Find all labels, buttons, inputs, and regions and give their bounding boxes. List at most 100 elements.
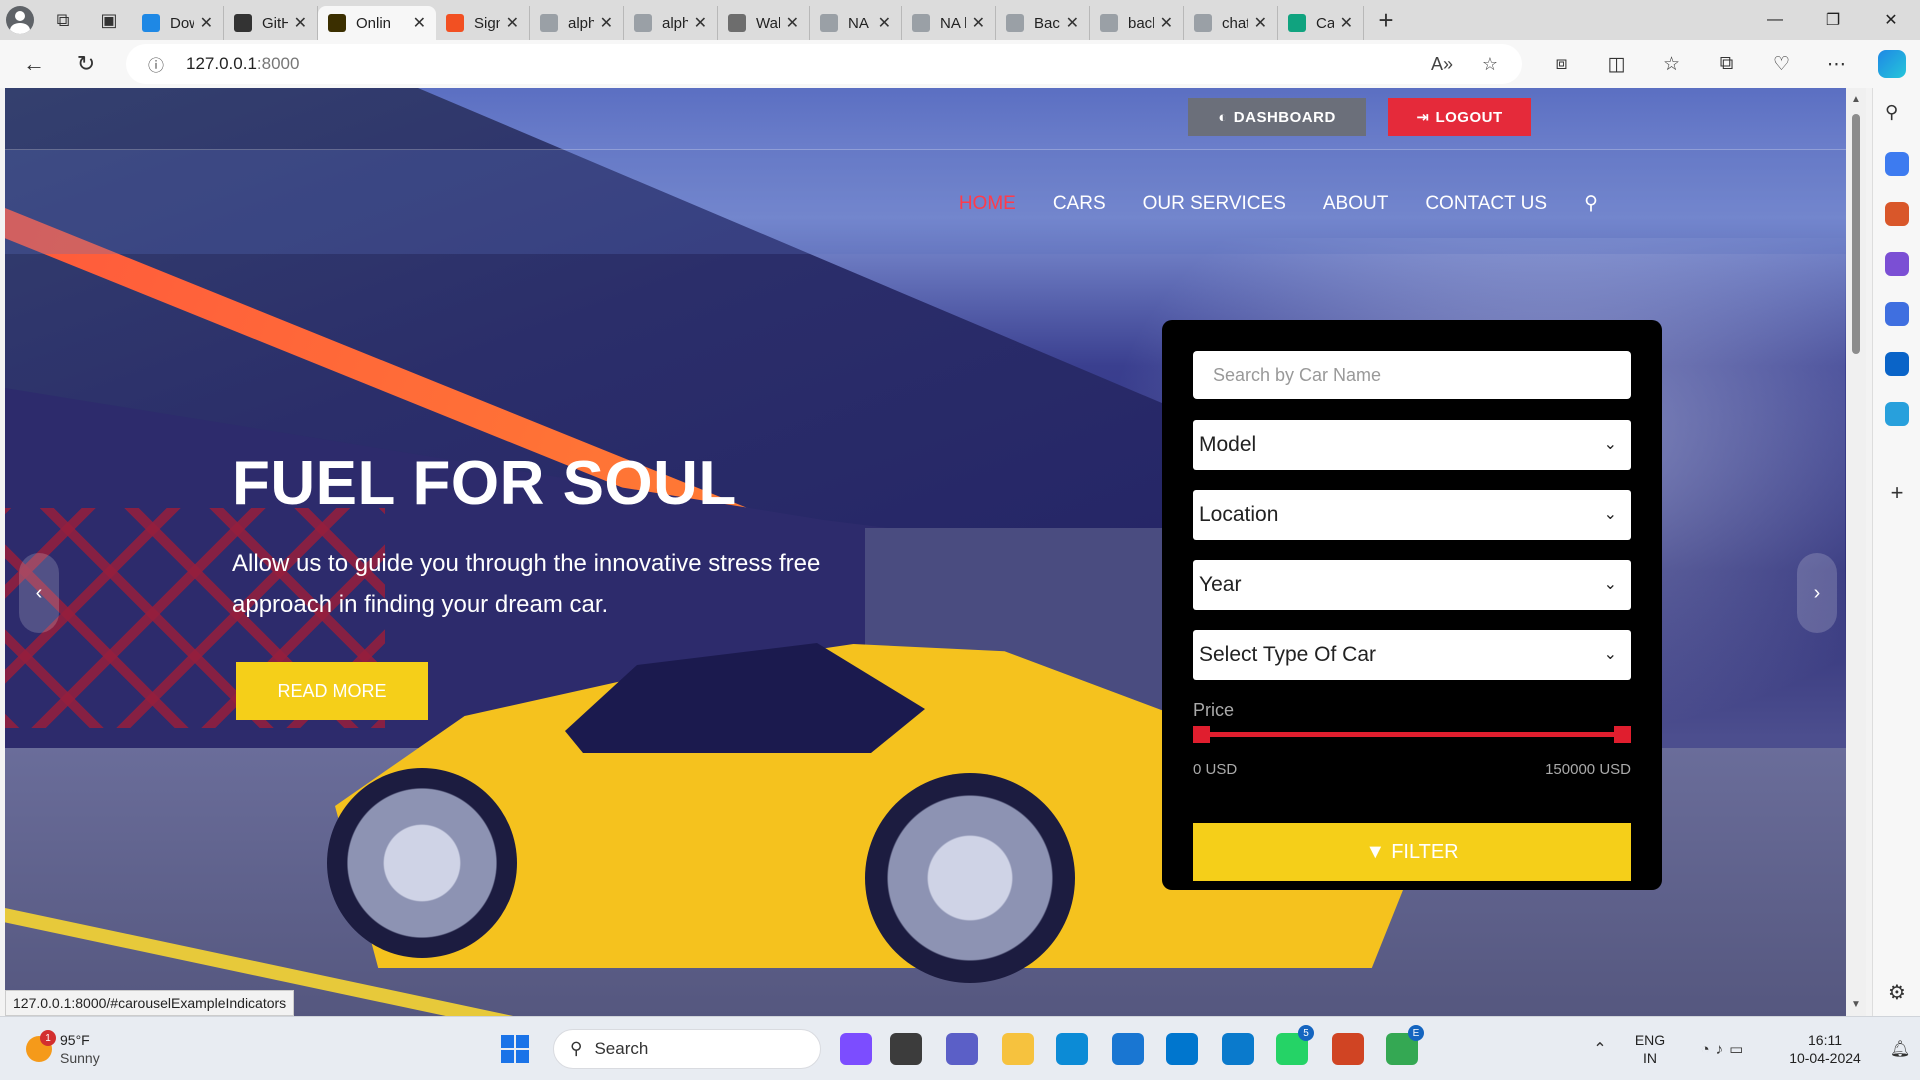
nav-cars-link[interactable]: CARS <box>1053 193 1106 215</box>
tab-close-icon[interactable]: ✕ <box>786 13 799 33</box>
browser-tab[interactable]: NA I ✕ <box>810 6 902 40</box>
logout-button[interactable]: ⇥ LOGOUT <box>1388 98 1531 136</box>
profile-button[interactable] <box>0 0 40 40</box>
vscode-app-icon[interactable] <box>1222 1033 1254 1065</box>
taskbar-search[interactable]: ⚲ Search <box>553 1029 821 1069</box>
tab-close-icon[interactable]: ✕ <box>694 13 707 33</box>
tab-close-icon[interactable]: ✕ <box>1254 13 1267 33</box>
tab-favicon-icon <box>540 14 558 32</box>
tab-close-icon[interactable]: ✕ <box>1340 13 1353 33</box>
price-min-handle[interactable] <box>1193 726 1210 743</box>
start-button[interactable] <box>501 1035 529 1063</box>
browser-tab[interactable]: Dow ✕ <box>132 6 224 40</box>
location-select[interactable]: Location ⌄ <box>1193 490 1631 540</box>
sidebar-shopping-icon[interactable] <box>1885 152 1909 176</box>
sidebar-copilot-icon[interactable] <box>1885 302 1909 326</box>
powerpoint-app-icon[interactable] <box>1332 1033 1364 1065</box>
close-window-button[interactable]: ✕ <box>1862 0 1920 40</box>
workspaces-icon[interactable]: ⧉ <box>40 0 86 40</box>
carousel-prev-button[interactable]: ‹ <box>19 553 59 633</box>
browser-tab[interactable]: GitH ✕ <box>224 6 318 40</box>
car-type-select[interactable]: Select Type Of Car ⌄ <box>1193 630 1631 680</box>
tab-favicon-icon <box>820 14 838 32</box>
whatsapp-app-icon[interactable]: 5 <box>1276 1025 1314 1065</box>
minimize-button[interactable]: — <box>1746 0 1804 40</box>
chrome-app-icon[interactable]: E <box>1386 1025 1424 1065</box>
scroll-down-icon[interactable]: ▼ <box>1851 999 1861 1010</box>
site-info-icon[interactable]: ⓘ <box>136 52 176 76</box>
carousel-next-button[interactable]: › <box>1797 553 1837 633</box>
tab-close-icon[interactable]: ✕ <box>1066 13 1079 33</box>
copilot-icon[interactable] <box>1878 50 1906 78</box>
browser-tab[interactable]: alph ✕ <box>624 6 718 40</box>
nav-about-link[interactable]: ABOUT <box>1323 193 1388 215</box>
clock[interactable]: 16:11 10-04-2024 <box>1770 1031 1880 1067</box>
restore-button[interactable]: ❐ <box>1804 0 1862 40</box>
read-more-button[interactable]: READ MORE <box>236 662 428 720</box>
split-screen-icon[interactable]: ◫ <box>1589 53 1644 76</box>
new-tab-button[interactable]: + <box>1364 0 1408 40</box>
sidebar-search-icon[interactable]: ⚲ <box>1885 102 1909 126</box>
price-range-track[interactable] <box>1202 732 1622 737</box>
sidebar-settings-icon[interactable]: ⚙ <box>1885 980 1909 1004</box>
tray-overflow-icon[interactable]: ⌃ <box>1580 1039 1620 1059</box>
teams-app-icon[interactable] <box>946 1033 978 1065</box>
sidebar-add-icon[interactable]: + <box>1885 480 1909 505</box>
browser-tab[interactable]: Onlin ✕ <box>318 6 436 40</box>
price-max-handle[interactable] <box>1614 726 1631 743</box>
tab-close-icon[interactable]: ✕ <box>506 13 519 33</box>
browser-tab[interactable]: NA l ✕ <box>902 6 996 40</box>
browser-tab[interactable]: Sign ✕ <box>436 6 530 40</box>
scroll-up-icon[interactable]: ▲ <box>1851 94 1861 105</box>
car-name-search-input[interactable]: Search by Car Name <box>1193 351 1631 399</box>
tab-close-icon[interactable]: ✕ <box>600 13 613 33</box>
year-select[interactable]: Year ⌄ <box>1193 560 1631 610</box>
address-bar[interactable]: ⓘ 127.0.0.1:8000 A» ☆ <box>126 44 1522 84</box>
tab-close-icon[interactable]: ✕ <box>972 13 985 33</box>
store-app-icon[interactable] <box>1112 1033 1144 1065</box>
sidebar-games-icon[interactable] <box>1885 252 1909 276</box>
page-scrollbar[interactable]: ▲ ▼ <box>1846 88 1866 1016</box>
browser-essentials-icon[interactable]: ♡ <box>1754 53 1809 76</box>
sidebar-outlook-icon[interactable] <box>1885 352 1909 376</box>
tab-close-icon[interactable]: ✕ <box>1160 13 1173 33</box>
weather-widget[interactable]: 1 95°F Sunny <box>26 1030 100 1067</box>
nav-home-link[interactable]: HOME <box>959 193 1016 215</box>
browser-tab[interactable]: Car R ✕ <box>1278 6 1364 40</box>
dashboard-button[interactable]: ◐ DASHBOARD <box>1188 98 1366 136</box>
back-button[interactable]: ← <box>8 44 60 84</box>
tab-close-icon[interactable]: ✕ <box>413 13 426 33</box>
terminal-app-icon[interactable] <box>890 1033 922 1065</box>
nav-services-link[interactable]: OUR SERVICES <box>1143 193 1286 215</box>
browser-tab[interactable]: back ✕ <box>1090 6 1184 40</box>
browser-tab[interactable]: alpha ✕ <box>530 6 624 40</box>
refresh-button[interactable]: ↻ <box>60 44 112 84</box>
more-menu-icon[interactable]: ⋯ <box>1809 53 1864 76</box>
tab-close-icon[interactable]: ✕ <box>200 13 213 33</box>
browser-tab[interactable]: chat ✕ <box>1184 6 1278 40</box>
browser-tab[interactable]: Back ✕ <box>996 6 1090 40</box>
sidebar-tools-icon[interactable] <box>1885 202 1909 226</box>
favorites-icon[interactable]: ☆ <box>1644 53 1699 76</box>
extensions-icon[interactable]: ⧈ <box>1534 53 1589 75</box>
filter-button[interactable]: ▼ FILTER <box>1193 823 1631 881</box>
copilot-app-icon[interactable] <box>840 1033 872 1065</box>
scrollbar-thumb[interactable] <box>1852 114 1860 354</box>
read-aloud-icon[interactable]: A» <box>1418 54 1466 75</box>
language-indicator[interactable]: ENG IN <box>1620 1031 1680 1067</box>
notifications-icon[interactable]: 🔔︎ <box>1880 1039 1920 1059</box>
tab-close-icon[interactable]: ✕ <box>878 13 891 33</box>
dell-app-icon[interactable] <box>1166 1033 1198 1065</box>
search-icon[interactable]: ⚲ <box>1584 192 1598 215</box>
browser-tab[interactable]: Wall ✕ <box>718 6 810 40</box>
tab-close-icon[interactable]: ✕ <box>294 13 307 33</box>
sidebar-telegram-icon[interactable] <box>1885 402 1909 426</box>
edge-app-icon[interactable] <box>1056 1033 1088 1065</box>
nav-contact-link[interactable]: CONTACT US <box>1425 193 1547 215</box>
network-volume-battery-icons[interactable]: ◔♪▭ <box>1680 1040 1770 1058</box>
tab-actions-icon[interactable]: ▣ <box>86 0 132 40</box>
collections-icon[interactable]: ⧉ <box>1699 53 1754 75</box>
favorite-star-icon[interactable]: ☆ <box>1466 54 1514 75</box>
model-select[interactable]: Model ⌄ <box>1193 420 1631 470</box>
file-explorer-icon[interactable] <box>1002 1033 1034 1065</box>
